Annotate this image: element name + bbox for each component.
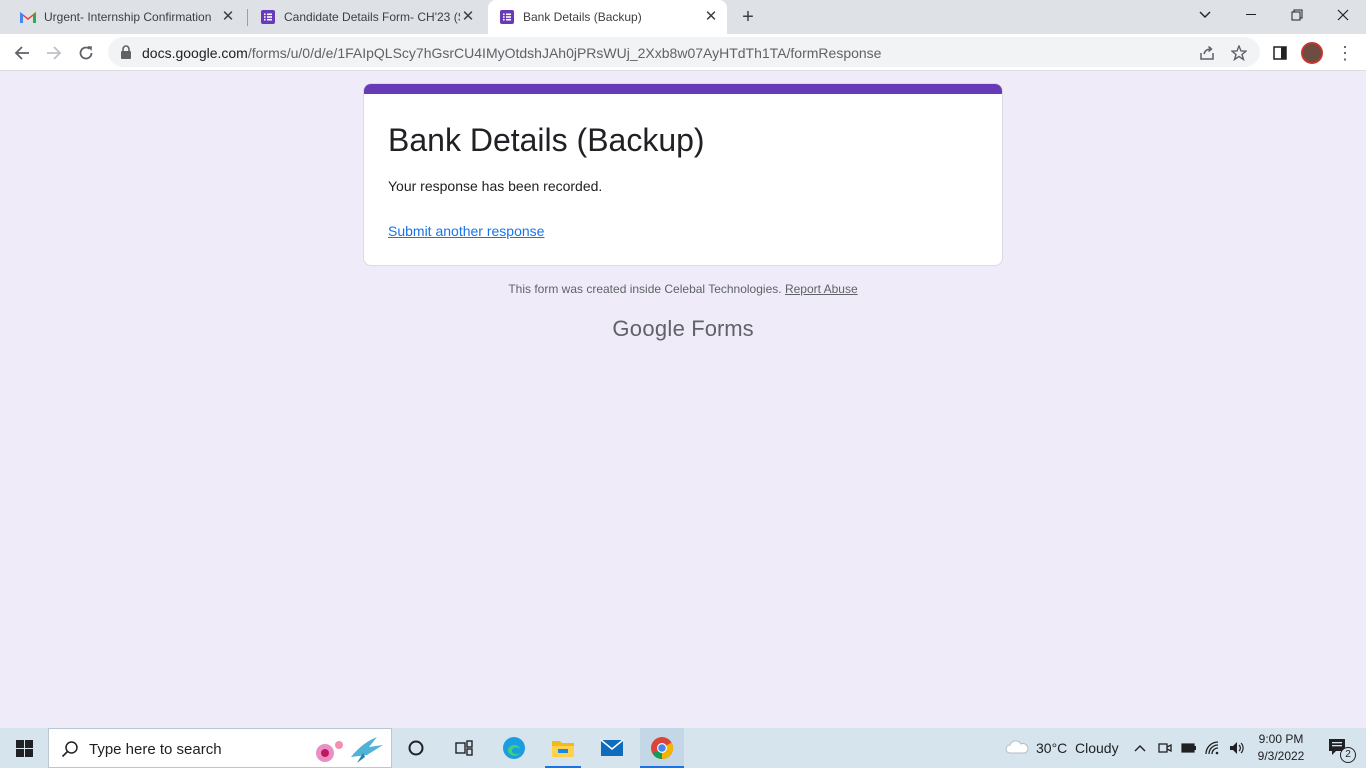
edge-icon: [503, 737, 525, 759]
start-button[interactable]: [0, 728, 48, 768]
url-text: docs.google.com/forms/u/0/d/e/1FAIpQLScy…: [142, 45, 881, 61]
lock-icon: [121, 45, 131, 59]
reload-icon: [79, 46, 93, 60]
clock-date: 9/3/2022: [1257, 749, 1305, 763]
wifi-icon: [1205, 741, 1219, 755]
meet-now-button[interactable]: [1156, 728, 1174, 768]
notification-count-badge: 2: [1340, 747, 1356, 763]
address-bar[interactable]: docs.google.com/forms/u/0/d/e/1FAIpQLScy…: [108, 37, 1260, 67]
form-title: Bank Details (Backup): [388, 122, 705, 158]
profile-avatar[interactable]: [1301, 42, 1323, 64]
form-response-card: Bank Details (Backup) Your response has …: [363, 83, 1003, 266]
chrome-app[interactable]: [640, 728, 684, 768]
tab-bank-details[interactable]: Bank Details (Backup) ✕: [488, 0, 727, 34]
side-panel-button[interactable]: [1266, 39, 1294, 67]
chevron-down-icon: [1199, 11, 1211, 18]
tab-title: Urgent- Internship Confirmation: [44, 10, 212, 24]
edge-app[interactable]: [494, 728, 534, 768]
browser-toolbar: docs.google.com/forms/u/0/d/e/1FAIpQLScy…: [0, 34, 1366, 71]
task-view-icon: [455, 740, 473, 756]
tab-search-button[interactable]: [1182, 0, 1228, 30]
tab-title: Bank Details (Backup): [523, 10, 642, 24]
forms-icon: [260, 9, 276, 25]
tab-divider: [247, 9, 248, 26]
new-tab-button[interactable]: +: [738, 6, 758, 28]
volume-button[interactable]: [1228, 728, 1246, 768]
close-window-button[interactable]: [1320, 0, 1366, 30]
weather-temperature[interactable]: 30°C: [1036, 740, 1067, 756]
show-hidden-icons-button[interactable]: [1131, 728, 1149, 768]
taskbar: Type here to search 30°C Cloudy 9:00 PM …: [0, 728, 1366, 768]
taskbar-clock[interactable]: 9:00 PM 9/3/2022: [1246, 731, 1316, 765]
report-abuse-link[interactable]: Report Abuse: [785, 282, 858, 296]
hummingbird-illustration-icon: [316, 737, 383, 763]
google-forms-logo[interactable]: Google Forms: [363, 316, 1003, 342]
folder-icon: [552, 741, 574, 757]
side-panel-icon: [1273, 46, 1287, 60]
close-icon: [1337, 9, 1349, 21]
camera-icon: [1158, 743, 1172, 753]
battery-icon: [1181, 743, 1196, 753]
form-footer: This form was created inside Celebal Tec…: [363, 282, 1003, 296]
close-icon[interactable]: ✕: [220, 9, 236, 25]
close-icon[interactable]: ✕: [460, 9, 476, 25]
restore-button[interactable]: [1274, 0, 1320, 30]
arrow-right-icon: [47, 46, 62, 60]
cloud-icon: [1005, 740, 1029, 754]
file-explorer-app[interactable]: [543, 728, 583, 768]
share-button[interactable]: [1198, 44, 1216, 62]
tab-gmail[interactable]: Urgent- Internship Confirmation ✕: [12, 0, 244, 34]
url-path: /forms/u/0/d/e/1FAIpQLScy7hGsrCU4IMyOtds…: [247, 45, 882, 61]
submit-another-response-link[interactable]: Submit another response: [388, 223, 544, 239]
form-accent-bar: [364, 84, 1002, 94]
cortana-button[interactable]: [396, 728, 436, 768]
brand-forms: Forms: [691, 316, 754, 341]
restore-icon: [1291, 9, 1303, 21]
task-view-button[interactable]: [444, 728, 484, 768]
notification-center-button[interactable]: 2: [1318, 728, 1358, 768]
footer-text: This form was created inside Celebal Tec…: [508, 282, 782, 296]
taskbar-search-box[interactable]: Type here to search: [48, 728, 392, 768]
close-icon[interactable]: ✕: [703, 9, 719, 25]
brand-google: Google: [612, 316, 686, 341]
gmail-icon: [20, 9, 36, 25]
url-host: docs.google.com: [142, 45, 248, 61]
speaker-icon: [1230, 742, 1244, 754]
cortana-icon: [408, 740, 424, 756]
arrow-left-icon: [14, 46, 29, 60]
mail-icon: [600, 739, 624, 756]
chevron-up-icon: [1134, 745, 1146, 752]
network-button[interactable]: [1204, 728, 1222, 768]
star-icon: [1231, 45, 1247, 61]
tab-candidate-details[interactable]: Candidate Details Form- CH'23 (S ✕: [252, 0, 484, 34]
minimize-button[interactable]: [1228, 0, 1274, 30]
bookmark-button[interactable]: [1230, 44, 1248, 62]
reload-button[interactable]: [72, 39, 100, 67]
battery-button[interactable]: [1180, 728, 1198, 768]
browser-menu-button[interactable]: ⋮: [1336, 43, 1354, 63]
mail-app[interactable]: [592, 728, 632, 768]
search-icon: [61, 741, 78, 758]
clock-time: 9:00 PM: [1258, 732, 1304, 746]
windows-icon: [15, 739, 33, 757]
search-placeholder: Type here to search: [89, 741, 222, 758]
confirmation-message: Your response has been recorded.: [388, 178, 603, 194]
share-icon: [1200, 45, 1214, 60]
forward-button[interactable]: [40, 39, 68, 67]
tab-strip: Urgent- Internship Confirmation ✕ Candid…: [0, 0, 1366, 34]
tab-title: Candidate Details Form- CH'23 (S: [284, 10, 460, 24]
back-button[interactable]: [8, 39, 36, 67]
weather-description[interactable]: Cloudy: [1075, 740, 1119, 756]
minimize-icon: [1246, 14, 1256, 15]
chrome-icon: [651, 737, 673, 759]
forms-icon: [499, 9, 515, 25]
